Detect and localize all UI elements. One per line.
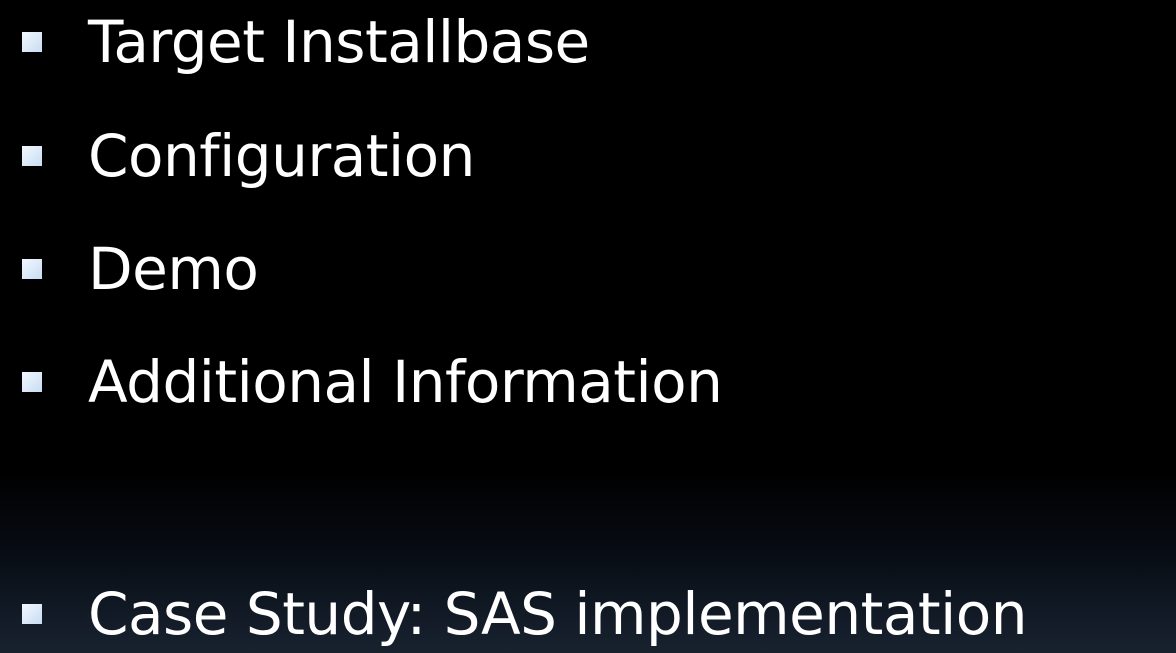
square-bullet-icon <box>22 604 42 624</box>
square-bullet-icon <box>22 146 42 166</box>
bullet-item-demo: Demo <box>22 233 259 305</box>
bullet-text: Additional Information <box>88 348 723 416</box>
square-bullet-icon <box>22 259 42 279</box>
bullet-text: Case Study: SAS implementation <box>88 580 1027 648</box>
bullet-item-target-installbase: Target Installbase <box>22 6 590 78</box>
bullet-text: Configuration <box>88 122 475 190</box>
agenda-bullet-list: Target Installbase Configuration Demo Ad… <box>0 0 1176 653</box>
bullet-text: Target Installbase <box>88 8 590 76</box>
bullet-item-additional-information: Additional Information <box>22 346 723 418</box>
square-bullet-icon <box>22 32 42 52</box>
bullet-item-case-study: Case Study: SAS implementation <box>22 578 1027 650</box>
square-bullet-icon <box>22 372 42 392</box>
bullet-item-configuration: Configuration <box>22 120 475 192</box>
bullet-text: Demo <box>88 235 259 303</box>
